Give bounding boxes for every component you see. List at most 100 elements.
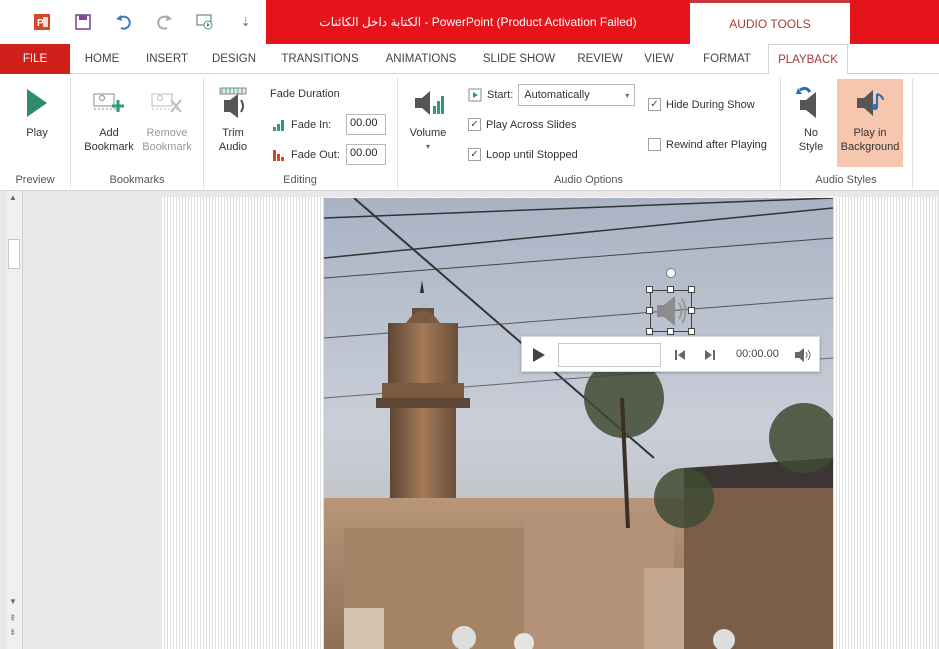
resize-handle[interactable] xyxy=(667,286,674,293)
scroll-thumb[interactable] xyxy=(8,239,20,269)
tab-home[interactable]: HOME xyxy=(72,44,132,74)
player-volume-icon[interactable] xyxy=(794,348,812,365)
scroll-down-icon[interactable]: ▼ xyxy=(9,597,17,606)
player-forward-icon[interactable] xyxy=(704,349,716,364)
play-in-background-content: Play in Background xyxy=(837,80,903,154)
play-label: Play xyxy=(26,127,48,139)
quick-access-toolbar: P ⇣ xyxy=(0,0,266,44)
resize-handle[interactable] xyxy=(688,286,695,293)
scroll-up-icon[interactable]: ▲ xyxy=(9,193,17,202)
ribbon-tabs: FILE HOME INSERT DESIGN TRANSITIONS ANIM… xyxy=(0,44,939,75)
hide-during-show-label: Hide During Show xyxy=(666,98,755,111)
volume-label: Volume xyxy=(409,127,447,139)
tab-animations[interactable]: ANIMATIONS xyxy=(374,44,468,74)
next-slide-icon[interactable]: ⇟ xyxy=(9,627,17,638)
audio-tools-context-tab: AUDIO TOOLS xyxy=(690,0,850,44)
tab-file[interactable]: FILE xyxy=(0,44,70,74)
powerpoint-logo-icon[interactable]: P xyxy=(22,7,63,37)
group-label-preview: Preview xyxy=(15,174,55,186)
remove-bookmark-label-1: Remove xyxy=(146,127,188,139)
fade-in-label: Fade In: xyxy=(291,118,332,131)
play-icon xyxy=(25,80,49,126)
group-label-audio-options: Audio Options xyxy=(553,174,624,186)
svg-text:P: P xyxy=(37,18,44,29)
start-icon xyxy=(468,88,482,102)
volume-button[interactable]: Volume ▾ xyxy=(404,80,452,154)
redo-icon[interactable] xyxy=(144,7,185,37)
play-button[interactable]: Play xyxy=(16,80,58,140)
loop-until-stopped-checkbox[interactable]: ✓ Loop until Stopped xyxy=(468,148,578,161)
tab-view[interactable]: VIEW xyxy=(636,44,682,74)
resize-handle[interactable] xyxy=(667,328,674,335)
thumbnail-scrollbar[interactable]: ▲ ▼ ⇞ ⇟ xyxy=(6,191,23,649)
start-dropdown[interactable]: Automatically ▾ xyxy=(518,84,636,106)
audio-player: 00:00.00 xyxy=(521,336,820,372)
tab-slide-show[interactable]: SLIDE SHOW xyxy=(474,44,564,74)
save-icon[interactable] xyxy=(63,7,104,37)
resize-handle[interactable] xyxy=(688,328,695,335)
resize-handle[interactable] xyxy=(646,286,653,293)
speaker-icon xyxy=(657,296,687,326)
undo-icon[interactable] xyxy=(103,7,144,37)
ribbon: Play Preview Add Bookmark Remove Bookmar… xyxy=(0,74,939,191)
play-in-background-label-2: Background xyxy=(840,141,900,153)
remove-bookmark-icon xyxy=(150,80,184,126)
rewind-after-playing-check[interactable] xyxy=(648,138,661,151)
player-time: 00:00.00 xyxy=(736,348,779,360)
slide-photo[interactable] xyxy=(324,198,833,649)
group-separator xyxy=(912,78,913,188)
group-label-audio-styles: Audio Styles xyxy=(815,174,877,186)
tab-insert[interactable]: INSERT xyxy=(136,44,198,74)
play-across-slides-check[interactable]: ✓ xyxy=(468,118,481,131)
fade-in-input[interactable]: 00.00 xyxy=(346,114,386,135)
fade-out-label: Fade Out: xyxy=(291,148,340,161)
play-across-slides-label: Play Across Slides xyxy=(486,118,577,131)
fade-duration-label: Fade Duration xyxy=(270,88,340,100)
tab-playback[interactable]: PLAYBACK xyxy=(768,44,848,75)
fade-out-icon xyxy=(273,149,284,161)
title-bar: P ⇣ الكتابة داخل الكائنات - PowerPoint (… xyxy=(0,0,939,44)
player-play-icon[interactable] xyxy=(532,347,546,366)
remove-bookmark-button[interactable]: Remove Bookmark xyxy=(138,80,196,154)
previous-slide-icon[interactable]: ⇞ xyxy=(9,613,17,624)
group-label-bookmarks: Bookmarks xyxy=(109,174,165,186)
customize-qat-icon[interactable]: ⇣ xyxy=(225,7,266,37)
rotate-handle-icon[interactable] xyxy=(666,268,676,278)
add-bookmark-button[interactable]: Add Bookmark xyxy=(80,80,138,154)
rewind-after-playing-checkbox[interactable]: Rewind after Playing xyxy=(648,138,767,151)
resize-handle[interactable] xyxy=(646,307,653,314)
group-separator xyxy=(203,78,204,188)
volume-icon xyxy=(411,80,445,126)
audio-object[interactable] xyxy=(650,290,692,332)
trim-audio-button[interactable]: Trim Audio xyxy=(210,80,256,154)
player-back-icon[interactable] xyxy=(674,349,686,364)
play-in-background-icon xyxy=(853,80,887,126)
player-progress-bar[interactable] xyxy=(558,343,661,367)
start-dropdown-value: Automatically xyxy=(524,89,590,101)
tab-design[interactable]: DESIGN xyxy=(204,44,264,74)
tab-transitions[interactable]: TRANSITIONS xyxy=(272,44,368,74)
hide-during-show-checkbox[interactable]: ✓ Hide During Show xyxy=(648,98,755,111)
play-across-slides-checkbox[interactable]: ✓ Play Across Slides xyxy=(468,118,576,131)
tab-review[interactable]: REVIEW xyxy=(570,44,630,74)
trim-audio-label-2: Audio xyxy=(218,141,248,153)
start-label: Start: xyxy=(487,89,514,101)
fade-in-icon xyxy=(273,119,284,131)
group-label-editing: Editing xyxy=(283,174,317,186)
rewind-after-playing-label: Rewind after Playing xyxy=(666,138,767,151)
resize-handle[interactable] xyxy=(688,307,695,314)
add-bookmark-label-2: Bookmark xyxy=(84,141,134,153)
play-in-background-label-1: Play in xyxy=(853,127,887,139)
loop-until-stopped-check[interactable]: ✓ xyxy=(468,148,481,161)
hide-during-show-check[interactable]: ✓ xyxy=(648,98,661,111)
group-separator xyxy=(397,78,398,188)
tab-format[interactable]: FORMAT xyxy=(692,44,762,74)
trim-audio-label-1: Trim xyxy=(222,127,244,139)
fade-out-input[interactable]: 00.00 xyxy=(346,144,386,165)
start-from-beginning-icon[interactable] xyxy=(185,7,226,37)
trim-audio-icon xyxy=(216,80,250,126)
remove-bookmark-label-2: Bookmark xyxy=(142,141,192,153)
no-style-button[interactable]: No Style xyxy=(788,80,834,154)
fade-out-row: Fade Out: 00.00 xyxy=(272,144,386,165)
resize-handle[interactable] xyxy=(646,328,653,335)
